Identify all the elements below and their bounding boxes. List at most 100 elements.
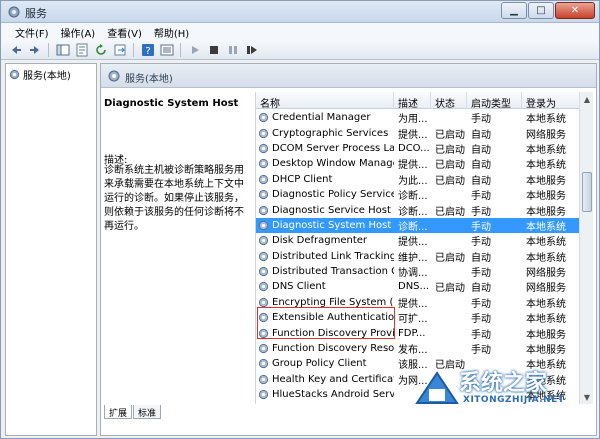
export-button[interactable] — [111, 42, 128, 58]
service-gear-icon — [258, 374, 269, 384]
tab-standard[interactable]: 标准 — [133, 405, 162, 419]
service-name-text: Desktop Window Manage... — [272, 158, 394, 170]
service-row[interactable]: DHCP Client 为此... 已启动 自动 本地服务 — [256, 172, 582, 187]
restart-service-button[interactable] — [243, 42, 260, 58]
view-list-icon — [160, 44, 173, 55]
service-startup-type-cell: 自动 — [471, 175, 491, 187]
stop-icon — [209, 45, 218, 54]
menu-action[interactable]: 操作(A) — [55, 23, 102, 40]
service-row[interactable]: Distributed Link Tracking ... 维护... 已启动自动 本… — [256, 249, 582, 264]
service-gear-icon — [258, 236, 269, 246]
service-row[interactable]: Credential Manager 为用... 手动 本地系统 — [256, 110, 582, 125]
services-list: 名称 描述 状态 启动类型 登录为 Credential Manager 为用..… — [255, 92, 593, 404]
service-description-cell: 发布... — [398, 345, 428, 357]
service-row[interactable]: Function Discovery Resour... 发布... 手动 本地服务 — [256, 341, 582, 356]
service-name-cell: Health Key and Certificate ... — [256, 374, 394, 385]
view-button[interactable] — [158, 42, 175, 58]
show-tree-button[interactable] — [54, 42, 71, 58]
service-name-text: Distributed Transaction Co... — [272, 266, 394, 278]
maximize-button[interactable]: □ — [528, 2, 554, 19]
toolbar-separator — [180, 42, 181, 57]
service-name-cell: Function Discovery Resour... — [256, 343, 394, 354]
service-row[interactable]: DCOM Server Process Lau... DCO... 已启动自动 本地系… — [256, 141, 582, 156]
menu-help[interactable]: 帮助(H) — [148, 23, 195, 40]
pane-header: 服务(本地) — [101, 64, 596, 88]
service-name-text: DNS Client — [272, 281, 326, 293]
service-logon-cell: 本地服务 — [526, 206, 566, 218]
window-controls: ▁ □ ✕ — [501, 2, 595, 19]
list-header: 名称 描述 状态 启动类型 登录为 — [256, 92, 582, 109]
service-name-text: Encrypting File System (EFS) — [272, 296, 394, 308]
help-button[interactable]: ? — [139, 42, 156, 58]
service-name-text: Group Policy Client — [272, 358, 367, 370]
toolbar-separator — [48, 42, 49, 57]
service-description-cell: 维护... — [398, 252, 428, 264]
service-row[interactable]: Distributed Transaction Co... 协调... 手动 网络服务 — [256, 264, 582, 279]
service-row[interactable]: DNS Client DNS... 已启动 自动 网络服务 — [256, 279, 582, 294]
service-startup-type-cell: 自动 — [471, 252, 491, 264]
service-name-text: Extensible Authentication P... — [272, 312, 394, 324]
service-row[interactable]: Cryptographic Services 提供... 已启动 自动 网络服务 — [256, 125, 582, 141]
watermark-subtext: XITONGZHIJIA.NET — [463, 395, 565, 405]
svg-text:?: ? — [145, 46, 150, 57]
menu-file[interactable]: 文件(F) — [9, 23, 55, 40]
service-startup-type-cell: 手动 — [471, 268, 491, 280]
column-header-status[interactable]: 状态 — [431, 92, 467, 109]
services-gear-icon — [9, 69, 20, 80]
service-gear-icon — [258, 297, 269, 307]
service-row[interactable]: Extensible Authentication P... 可扩... 手动 本地系… — [256, 310, 582, 325]
service-logon-cell: 本地系统 — [526, 160, 566, 172]
forward-button[interactable] — [26, 42, 43, 58]
service-logon-cell: 网络服务 — [526, 129, 566, 141]
service-rows: Credential Manager 为用... 手动 本地系统 Cryptograph… — [256, 110, 582, 402]
service-name-cell: Diagnostic Service Host — [256, 205, 394, 216]
service-name-cell: Cryptographic Services — [256, 128, 394, 139]
scrollbar-thumb[interactable] — [582, 172, 592, 212]
service-startup-type-cell: 手动 — [471, 221, 491, 233]
service-gear-icon — [258, 359, 269, 369]
minimize-button[interactable]: ▁ — [501, 2, 527, 19]
site-watermark: 系统之家 XITONGZHIJIA.NET — [413, 361, 593, 417]
tab-extended[interactable]: 扩展 — [104, 405, 133, 419]
column-header-log-on-as[interactable]: 登录为 — [522, 92, 582, 109]
service-gear-icon — [258, 143, 269, 154]
service-startup-type-cell: 手动 — [471, 237, 491, 249]
refresh-button[interactable] — [92, 42, 109, 58]
service-logon-cell: 本地系统 — [526, 221, 566, 233]
service-name-text: Cryptographic Services — [272, 127, 389, 139]
start-service-button[interactable] — [186, 42, 203, 58]
service-row[interactable]: Encrypting File System (EFS) 提供... 手动 本地系统 — [256, 295, 582, 310]
service-name-text: Credential Manager — [272, 112, 371, 124]
service-startup-type-cell: 自动 — [471, 283, 491, 295]
service-name-text: Function Discovery Resour... — [272, 343, 394, 355]
properties-button[interactable] — [73, 42, 90, 58]
scroll-up-arrow-icon[interactable]: ▲ — [580, 92, 594, 106]
service-startup-type-cell: 手动 — [471, 114, 491, 126]
service-name-text: Health Key and Certificate ... — [272, 373, 394, 385]
watermark-text: 系统之家 — [459, 370, 548, 396]
stop-service-button[interactable] — [205, 42, 222, 58]
close-button[interactable]: ✕ — [555, 2, 595, 19]
service-description-cell: 可扩... — [398, 314, 428, 326]
service-name-cell: Diagnostic Policy Service — [256, 189, 394, 200]
service-row[interactable]: Desktop Window Manage... 提供... 已启动自动 本地系统 — [256, 156, 582, 171]
column-header-startup-type[interactable]: 启动类型 — [467, 92, 522, 109]
vertical-scrollbar[interactable]: ▲ ▼ — [579, 92, 593, 404]
service-gear-icon — [258, 251, 269, 261]
service-row[interactable]: Diagnostic Policy Service 诊断... 手动 本地服务 — [256, 187, 582, 202]
service-row[interactable]: Diagnostic Service Host 诊断... 已启动 手动 本地服务 — [256, 202, 582, 218]
column-header-description[interactable]: 描述 — [394, 92, 431, 109]
service-row[interactable]: Diagnostic System Host 诊断... 手动 本地系统 — [256, 217, 582, 234]
service-row[interactable]: Function Discovery Provide... FDP... 手动 本地服… — [256, 325, 582, 341]
pause-service-button[interactable] — [224, 42, 241, 58]
service-logon-cell: 本地系统 — [526, 114, 566, 126]
back-button[interactable] — [7, 42, 24, 58]
column-header-name[interactable]: 名称 — [256, 92, 394, 109]
service-row[interactable]: Disk Defragmenter 提供... 手动 本地系统 — [256, 233, 582, 248]
service-logon-cell: 本地系统 — [526, 237, 566, 249]
export-list-icon — [114, 44, 125, 55]
service-description-panel: Diagnostic System Host 描述: 诊断系统主机被诊断策略服务… — [101, 89, 253, 409]
menu-view[interactable]: 查看(V) — [101, 23, 148, 40]
tree-item-services-local[interactable]: 服务(本地) — [9, 67, 71, 82]
service-description-cell: FDP... — [398, 327, 426, 339]
